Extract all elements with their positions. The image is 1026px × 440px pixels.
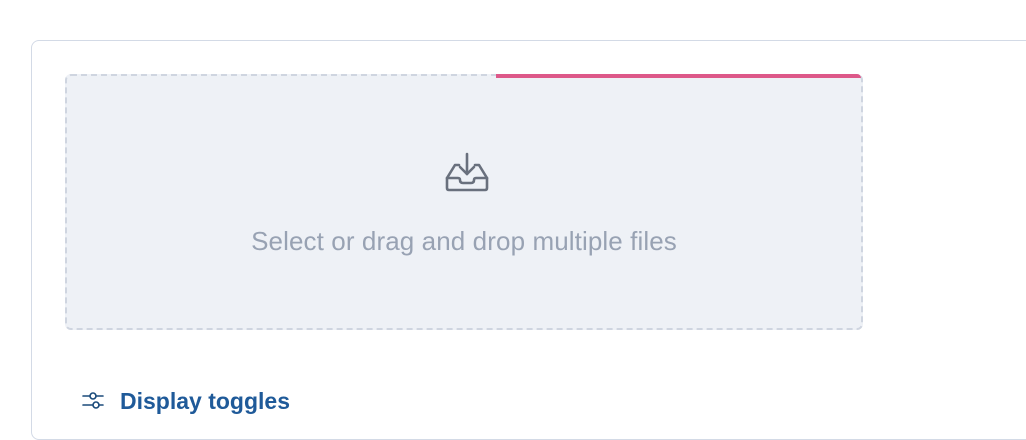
upload-progress-bar [67,74,861,78]
inbox-download-icon [443,148,491,196]
file-picker-dropzone[interactable]: Select or drag and drop multiple files [65,74,863,330]
display-toggles-label: Display toggles [120,387,290,414]
file-picker-prompt: Select or drag and drop multiple files [251,226,677,256]
display-toggles-button[interactable]: Display toggles [80,384,290,418]
upload-progress-fill [495,74,861,78]
sliders-icon [82,392,104,409]
